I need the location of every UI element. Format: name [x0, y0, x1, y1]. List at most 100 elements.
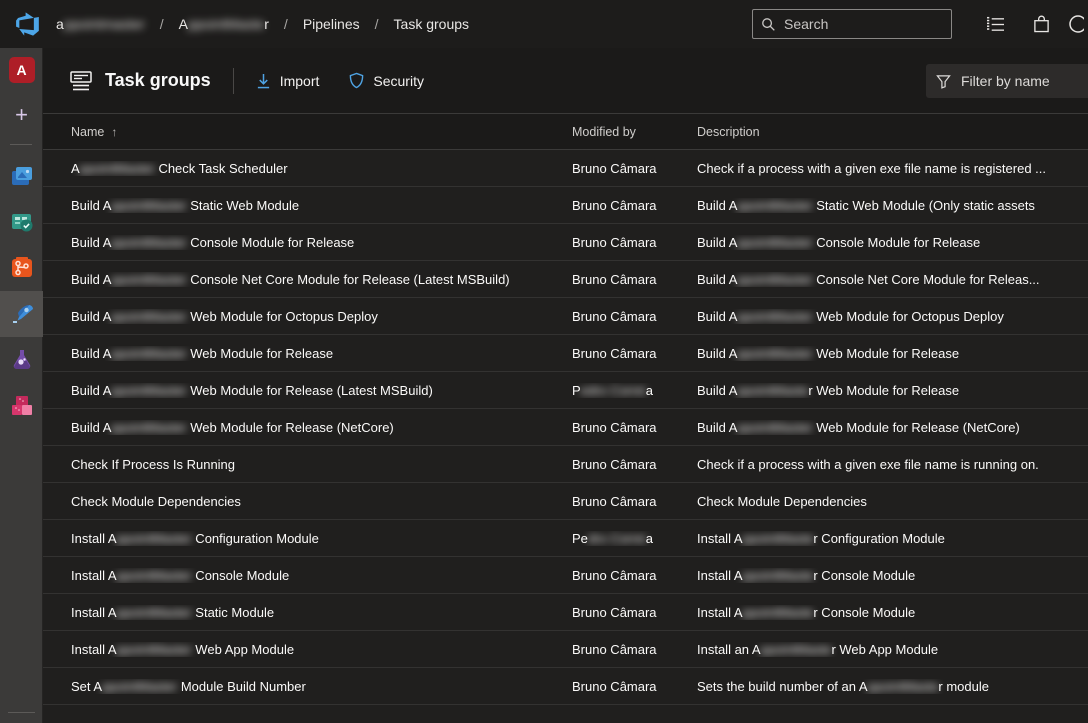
table-body: AppointMaster Check Task SchedulerBruno … [43, 150, 1088, 705]
task-group-name-link[interactable]: AppointMaster Check Task Scheduler [43, 161, 572, 176]
column-header-name[interactable]: Name↑ [43, 125, 572, 139]
task-groups-icon [69, 70, 93, 92]
table-row[interactable]: Build AppointMaster Web Module for Relea… [43, 409, 1088, 446]
sidebar-item-overview[interactable] [0, 153, 43, 199]
description-cell: Build AppointMaster Web Module for Octop… [697, 309, 1088, 324]
description-cell: Install an AppointMaster Web App Module [697, 642, 1088, 657]
test-plans-flask-icon [9, 347, 35, 373]
task-group-name-link[interactable]: Install AppointMaster Web App Module [43, 642, 572, 657]
breadcrumb-item[interactable]: appointmaster [56, 16, 145, 32]
project-avatar: A [9, 57, 35, 83]
modified-by-cell: Bruno Câmara [572, 161, 697, 176]
main-content: Task groups Import Security Filter by na… [43, 48, 1088, 723]
sidebar-bottom-divider [8, 712, 35, 713]
sidebar-item-pipelines[interactable] [0, 291, 43, 337]
modified-by-cell: Bruno Câmara [572, 198, 697, 213]
import-label: Import [280, 73, 320, 89]
task-group-name-link[interactable]: Check If Process Is Running [43, 457, 572, 472]
modified-by-cell: Pedro Correia [572, 383, 697, 398]
header-divider [233, 68, 234, 94]
description-cell: Check if a process with a given exe file… [697, 457, 1088, 472]
download-icon [256, 73, 271, 89]
description-cell: Build AppointMaster Static Web Module (O… [697, 198, 1088, 213]
breadcrumb-item[interactable]: Task groups [394, 16, 469, 32]
breadcrumb-item[interactable]: AppointMaster [179, 16, 269, 32]
sidebar-item-project-avatar[interactable]: A [0, 48, 43, 92]
modified-by-cell: Bruno Câmara [572, 272, 697, 287]
table-row[interactable]: Build AppointMaster Console Module for R… [43, 224, 1088, 261]
sidebar-item-boards[interactable] [0, 199, 43, 245]
task-group-name-link[interactable]: Install AppointMaster Static Module [43, 605, 572, 620]
filter-by-name-input[interactable]: Filter by name [926, 64, 1088, 98]
task-group-name-link[interactable]: Install AppointMaster Configuration Modu… [43, 531, 572, 546]
task-group-name-link[interactable]: Install AppointMaster Console Module [43, 568, 572, 583]
task-group-name-link[interactable]: Build AppointMaster Static Web Module [43, 198, 572, 213]
task-group-name-link[interactable]: Build AppointMaster Web Module for Relea… [43, 383, 572, 398]
task-group-name-link[interactable]: Set AppointMaster Module Build Number [43, 679, 572, 694]
table-row[interactable]: Build AppointMaster Web Module for Relea… [43, 372, 1088, 409]
description-cell: Install AppointMaster Configuration Modu… [697, 531, 1088, 546]
table-row[interactable]: Check Module DependenciesBruno CâmaraChe… [43, 483, 1088, 520]
task-group-name-link[interactable]: Check Module Dependencies [43, 494, 572, 509]
page-header: Task groups Import Security Filter by na… [43, 48, 1088, 113]
security-button[interactable]: Security [349, 72, 424, 89]
sidebar-item-artifacts[interactable] [0, 383, 43, 429]
plus-icon: + [15, 104, 28, 126]
page-title: Task groups [105, 70, 211, 91]
modified-by-cell: Bruno Câmara [572, 642, 697, 657]
modified-by-cell: Bruno Câmara [572, 420, 697, 435]
task-group-name-link[interactable]: Build AppointMaster Web Module for Relea… [43, 346, 572, 361]
filter-funnel-icon [936, 74, 951, 89]
modified-by-cell: Bruno Câmara [572, 457, 697, 472]
column-header-modified-by[interactable]: Modified by [572, 125, 697, 139]
table-row[interactable]: Build AppointMaster Web Module for Octop… [43, 298, 1088, 335]
task-groups-table: Name↑ Modified by Description AppointMas… [43, 113, 1088, 723]
azure-devops-logo-icon[interactable] [14, 10, 42, 38]
column-header-description[interactable]: Description [697, 125, 1088, 139]
sidebar-item-repos[interactable] [0, 245, 43, 291]
table-row[interactable]: Install AppointMaster Configuration Modu… [43, 520, 1088, 557]
breadcrumb-separator: / [145, 16, 179, 32]
sidebar-divider [10, 144, 32, 145]
table-row[interactable]: Build AppointMaster Console Net Core Mod… [43, 261, 1088, 298]
table-row[interactable]: Set AppointMaster Module Build NumberBru… [43, 668, 1088, 705]
description-cell: Check if a process with a given exe file… [697, 161, 1088, 176]
modified-by-cell: Bruno Câmara [572, 568, 697, 583]
description-cell: Build AppointMaster Web Module for Relea… [697, 383, 1088, 398]
modified-by-cell: Pedro Correia [572, 531, 697, 546]
table-row[interactable]: Install AppointMaster Static ModuleBruno… [43, 594, 1088, 631]
modified-by-cell: Bruno Câmara [572, 346, 697, 361]
left-sidebar: A + [0, 48, 43, 723]
description-cell: Install AppointMaster Console Module [697, 605, 1088, 620]
task-list-icon[interactable] [972, 0, 1018, 48]
task-group-name-link[interactable]: Build AppointMaster Console Net Core Mod… [43, 272, 572, 287]
task-group-name-link[interactable]: Build AppointMaster Console Module for R… [43, 235, 572, 250]
table-row[interactable]: Build AppointMaster Static Web ModuleBru… [43, 187, 1088, 224]
task-group-name-link[interactable]: Build AppointMaster Web Module for Octop… [43, 309, 572, 324]
help-circle-icon[interactable] [1064, 0, 1088, 48]
task-group-name-link[interactable]: Build AppointMaster Web Module for Relea… [43, 420, 572, 435]
table-row[interactable]: Install AppointMaster Web App ModuleBrun… [43, 631, 1088, 668]
search-input[interactable]: Search [752, 9, 952, 39]
description-cell: Sets the build number of an AppointMaste… [697, 679, 1088, 694]
filter-placeholder: Filter by name [961, 73, 1050, 89]
table-row[interactable]: Build AppointMaster Web Module for Relea… [43, 335, 1088, 372]
description-cell: Build AppointMaster Console Module for R… [697, 235, 1088, 250]
topbar-actions: Search [752, 0, 1088, 48]
modified-by-cell: Bruno Câmara [572, 605, 697, 620]
table-row[interactable]: Install AppointMaster Console ModuleBrun… [43, 557, 1088, 594]
marketplace-bag-icon[interactable] [1018, 0, 1064, 48]
sidebar-item-test-plans[interactable] [0, 337, 43, 383]
sidebar-item-add-project[interactable]: + [0, 92, 43, 138]
search-placeholder: Search [784, 16, 828, 32]
import-button[interactable]: Import [256, 73, 320, 89]
modified-by-cell: Bruno Câmara [572, 494, 697, 509]
description-cell: Check Module Dependencies [697, 494, 1088, 509]
description-cell: Install AppointMaster Console Module [697, 568, 1088, 583]
table-row[interactable]: Check If Process Is RunningBruno CâmaraC… [43, 446, 1088, 483]
description-cell: Build AppointMaster Web Module for Relea… [697, 420, 1088, 435]
table-row[interactable]: AppointMaster Check Task SchedulerBruno … [43, 150, 1088, 187]
breadcrumb-item[interactable]: Pipelines [303, 16, 360, 32]
table-header-row: Name↑ Modified by Description [43, 113, 1088, 150]
modified-by-cell: Bruno Câmara [572, 679, 697, 694]
